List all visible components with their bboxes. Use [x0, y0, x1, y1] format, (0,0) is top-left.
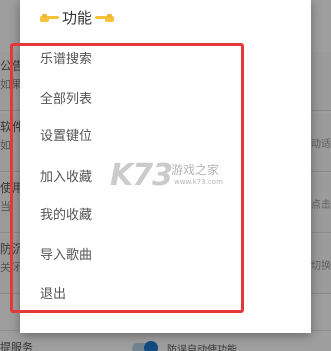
watermark-logo: K73 [110, 158, 173, 193]
menu-item-key-settings[interactable]: 设置键位 [40, 125, 240, 149]
menu-item-score-search[interactable]: 乐谱搜索 [40, 48, 240, 72]
watermark-url: www.k73.com [174, 178, 223, 186]
pointing-hand-right-icon [40, 14, 59, 22]
menu-item-my-favorites[interactable]: 我的收藏 [40, 204, 240, 228]
menu-item-all-list[interactable]: 全部列表 [40, 88, 240, 112]
watermark-text: 游戏之家 [171, 163, 220, 177]
dialog-title-text: 功能 [62, 9, 93, 27]
pointing-hand-left-icon [95, 14, 115, 22]
dialog-title: 功能 [38, 8, 116, 28]
menu-item-exit[interactable]: 退出 [40, 283, 240, 307]
watermark: K73 游戏之家 www.k73.com [110, 158, 230, 196]
menu-item-import-song[interactable]: 导入歌曲 [40, 244, 240, 268]
